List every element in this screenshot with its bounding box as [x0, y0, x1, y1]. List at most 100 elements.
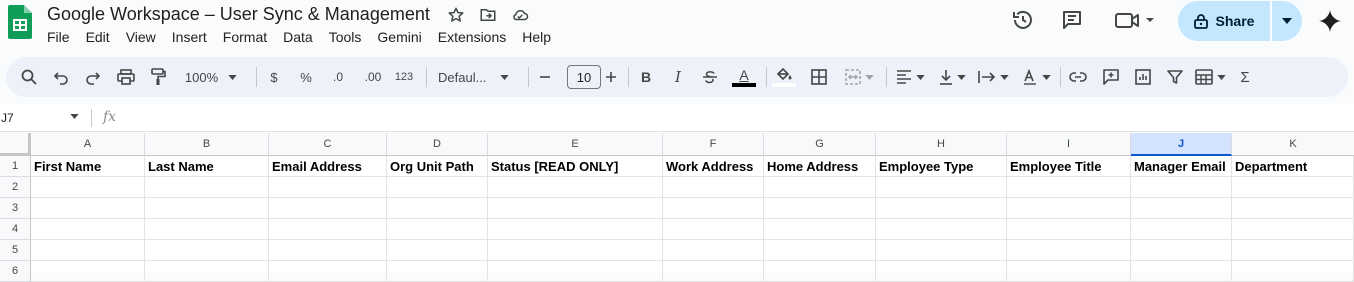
cell-c5[interactable]	[269, 240, 387, 261]
cell-j1[interactable]: Manager Email	[1131, 156, 1232, 177]
cell-g5[interactable]	[764, 240, 876, 261]
history-icon[interactable]	[1011, 8, 1035, 37]
column-header-f[interactable]: F	[663, 133, 764, 156]
vertical-align-icon[interactable]	[934, 57, 970, 97]
cell-a2[interactable]	[31, 177, 145, 198]
cell-g2[interactable]	[764, 177, 876, 198]
strikethrough-icon[interactable]	[700, 57, 720, 97]
insert-link-icon[interactable]	[1066, 57, 1090, 97]
filter-icon[interactable]	[1164, 57, 1186, 97]
cell-f1[interactable]: Work Address	[663, 156, 764, 177]
cell-k2[interactable]	[1232, 177, 1354, 198]
cell-d4[interactable]	[387, 219, 488, 240]
fill-color-icon[interactable]	[772, 57, 796, 97]
text-rotation-icon[interactable]	[1018, 57, 1054, 97]
cell-e1[interactable]: Status [READ ONLY]	[488, 156, 663, 177]
menu-file[interactable]: File	[47, 29, 70, 45]
borders-icon[interactable]	[808, 57, 830, 97]
paint-format-icon[interactable]	[147, 57, 169, 97]
cell-f6[interactable]	[663, 261, 764, 282]
cell-g6[interactable]	[764, 261, 876, 282]
redo-icon[interactable]	[82, 57, 104, 97]
row-header-3[interactable]: 3	[0, 198, 31, 219]
cell-k5[interactable]	[1232, 240, 1354, 261]
cell-a4[interactable]	[31, 219, 145, 240]
cell-d2[interactable]	[387, 177, 488, 198]
column-header-k[interactable]: K	[1232, 133, 1354, 156]
insert-chart-icon[interactable]	[1132, 57, 1154, 97]
row-header-2[interactable]: 2	[0, 177, 31, 198]
column-header-d[interactable]: D	[387, 133, 488, 156]
cell-d5[interactable]	[387, 240, 488, 261]
share-dropdown-button[interactable]	[1272, 1, 1302, 41]
menu-view[interactable]: View	[126, 29, 156, 45]
column-header-c[interactable]: C	[269, 133, 387, 156]
gemini-icon[interactable]	[1318, 9, 1342, 38]
column-header-h[interactable]: H	[876, 133, 1007, 156]
undo-icon[interactable]	[50, 57, 72, 97]
cell-b3[interactable]	[145, 198, 269, 219]
star-icon[interactable]	[446, 5, 466, 25]
cell-b5[interactable]	[145, 240, 269, 261]
cell-e4[interactable]	[488, 219, 663, 240]
cell-j5[interactable]	[1131, 240, 1232, 261]
cell-a5[interactable]	[31, 240, 145, 261]
menu-tools[interactable]: Tools	[329, 29, 362, 45]
text-wrapping-icon[interactable]	[974, 57, 1012, 97]
cell-c3[interactable]	[269, 198, 387, 219]
cell-f2[interactable]	[663, 177, 764, 198]
merge-cells-icon[interactable]	[840, 57, 878, 97]
cell-a1[interactable]: First Name	[31, 156, 145, 177]
column-header-j[interactable]: J	[1131, 133, 1232, 156]
cell-d6[interactable]	[387, 261, 488, 282]
cell-d3[interactable]	[387, 198, 488, 219]
menu-help[interactable]: Help	[522, 29, 551, 45]
column-header-a[interactable]: A	[31, 133, 145, 156]
font-size-input[interactable]: 10	[567, 65, 601, 89]
meet-icon[interactable]	[1114, 8, 1158, 37]
menu-format[interactable]: Format	[223, 29, 267, 45]
cell-k3[interactable]	[1232, 198, 1354, 219]
cell-k4[interactable]	[1232, 219, 1354, 240]
format-currency-button[interactable]: $	[264, 57, 284, 97]
column-header-g[interactable]: G	[764, 133, 876, 156]
cell-c4[interactable]	[269, 219, 387, 240]
cell-b1[interactable]: Last Name	[145, 156, 269, 177]
cell-b6[interactable]	[145, 261, 269, 282]
menu-insert[interactable]: Insert	[172, 29, 207, 45]
cell-b4[interactable]	[145, 219, 269, 240]
increase-decimal-button[interactable]: .00	[358, 57, 388, 97]
cell-e5[interactable]	[488, 240, 663, 261]
cell-j4[interactable]	[1131, 219, 1232, 240]
cell-g3[interactable]	[764, 198, 876, 219]
cell-e2[interactable]	[488, 177, 663, 198]
cell-f5[interactable]	[663, 240, 764, 261]
cell-c2[interactable]	[269, 177, 387, 198]
cell-h6[interactable]	[876, 261, 1007, 282]
document-title[interactable]: Google Workspace – User Sync & Managemen…	[47, 4, 430, 25]
more-formats-button[interactable]: 123	[392, 57, 416, 97]
cell-b2[interactable]	[145, 177, 269, 198]
cell-a6[interactable]	[31, 261, 145, 282]
print-icon[interactable]	[115, 57, 137, 97]
cell-d1[interactable]: Org Unit Path	[387, 156, 488, 177]
cell-h3[interactable]	[876, 198, 1007, 219]
search-menus-icon[interactable]	[18, 57, 40, 97]
insert-comment-icon[interactable]	[1100, 57, 1122, 97]
cell-j2[interactable]	[1131, 177, 1232, 198]
row-header-6[interactable]: 6	[0, 261, 31, 282]
cell-k6[interactable]	[1232, 261, 1354, 282]
cell-a3[interactable]	[31, 198, 145, 219]
increase-font-size-icon[interactable]	[602, 57, 620, 97]
text-color-button[interactable]: A	[732, 57, 756, 97]
cell-i1[interactable]: Employee Title	[1007, 156, 1131, 177]
menu-edit[interactable]: Edit	[86, 29, 110, 45]
cell-f3[interactable]	[663, 198, 764, 219]
font-select[interactable]: Defaul...	[434, 57, 518, 97]
select-all-corner[interactable]	[0, 133, 31, 156]
share-button[interactable]: Share	[1178, 1, 1302, 41]
bold-button[interactable]: B	[636, 57, 656, 97]
cell-j3[interactable]	[1131, 198, 1232, 219]
name-box[interactable]: J7	[0, 104, 86, 132]
cell-g1[interactable]: Home Address	[764, 156, 876, 177]
